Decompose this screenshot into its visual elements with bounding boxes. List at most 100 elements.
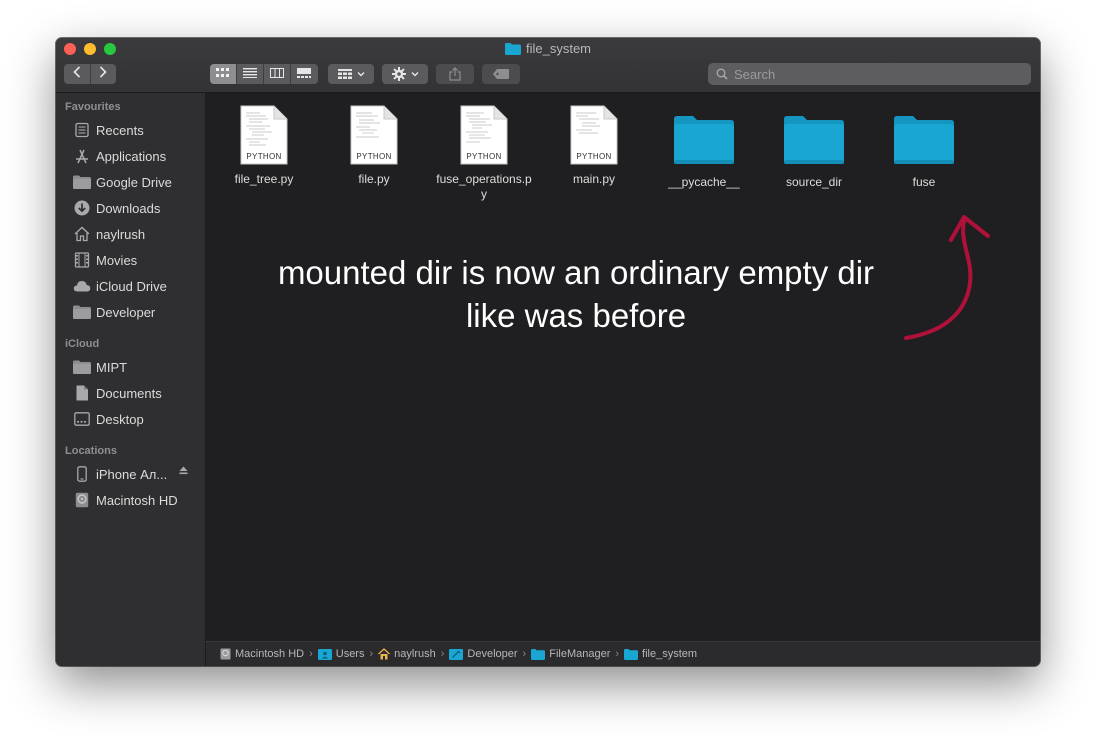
users-folder-icon [317,648,332,660]
path-crumb-label: file_system [642,648,698,660]
chevron-right-icon: › [522,648,527,660]
folder-icon [504,43,521,58]
annotation-line: mounted dir is now an ordinary empty dir [277,254,875,291]
file-name: file.py [358,172,390,186]
file-name: source_dir [785,175,843,189]
downloads-icon [72,199,92,217]
search-field[interactable] [708,63,1031,85]
folder-icon [783,101,845,165]
sidebar-item-label: Macintosh HD [96,492,178,508]
path-crumb-label: Users [335,648,365,660]
file-item[interactable]: PYTHON file.py [324,101,424,187]
tags-button[interactable] [482,64,520,84]
path-crumb-label: FileManager [549,648,611,660]
search-input[interactable] [734,66,1014,82]
column-view-button[interactable] [264,64,291,84]
disk-icon [72,491,92,509]
search-icon [716,68,728,80]
sidebar-item-icloud-drive[interactable]: iCloud Drive [72,275,202,297]
path-crumb-label: Developer [467,648,518,660]
navigation-buttons [64,64,116,84]
group-by-button[interactable] [328,64,374,84]
sidebar-item-label: iPhone Ал... [96,466,168,482]
cloud-icon [72,277,92,295]
file-name: main.py [572,172,616,186]
folder-item[interactable]: __pycache__ [654,101,754,190]
path-bar: Macintosh HD › Users › naylrush › Develo… [206,641,1040,666]
recents-icon [72,121,92,139]
path-crumb[interactable]: Developer [449,648,518,660]
sidebar-item-downloads[interactable]: Downloads [72,197,202,219]
folder-icon [673,101,735,165]
sidebar-item-label: Recents [96,122,144,138]
window-title-text: file_system [525,41,592,56]
sidebar-item-label: iCloud Drive [96,278,167,294]
forward-button[interactable] [91,64,117,84]
chevron-down-icon [357,71,365,77]
home-icon [378,648,391,660]
document-icon [72,384,92,402]
file-name: __pycache__ [668,175,740,189]
file-type-badge: PYTHON [246,152,282,161]
home-icon [72,225,92,243]
folder-item[interactable]: fuse [874,101,974,190]
columns-icon [270,65,284,83]
path-crumb-label: naylrush [394,648,436,660]
file-item[interactable]: PYTHON fuse_operations.py [434,101,534,202]
path-crumb[interactable]: Users [317,648,365,660]
view-mode-segmented-control [210,64,318,84]
sidebar-item-label: Desktop [96,411,144,427]
sidebar-section-locations: Locations [65,445,117,457]
folder-icon [72,303,92,321]
iphone-icon [72,465,92,483]
file-name: file_tree.py [234,172,294,186]
sidebar-item-label: Documents [96,385,162,401]
icon-view-button[interactable] [210,64,237,84]
chevron-right-icon: › [615,648,620,660]
path-crumb[interactable]: Macintosh HD [220,648,304,660]
file-browser-content: PYTHON file_tree.py PYTHON file.py PYTHO… [206,93,1040,641]
sidebar-item-macintosh-hd[interactable]: Macintosh HD [72,489,202,511]
path-crumb[interactable]: naylrush [378,648,436,660]
file-item[interactable]: PYTHON file_tree.py [214,101,314,187]
sidebar-item-developer[interactable]: Developer [72,301,202,323]
file-item[interactable]: PYTHON main.py [544,101,644,187]
path-crumb[interactable]: FileManager [531,648,610,660]
sidebar-item-movies[interactable]: Movies [72,249,202,271]
sidebar-item-mipt[interactable]: MIPT [72,356,202,378]
movies-icon [72,251,92,269]
file-type-badge: PYTHON [356,152,392,161]
share-button[interactable] [436,64,474,84]
chevron-right-icon: › [309,648,313,660]
sidebar-item-desktop[interactable]: Desktop [72,408,202,430]
sidebar-item-iphone[interactable]: iPhone Ал... [72,463,202,485]
sidebar: Favourites Recents Applications Google D… [56,93,206,666]
toolbar: file_system [56,38,1040,93]
sidebar-item-home[interactable]: naylrush [72,223,202,245]
eject-icon[interactable] [179,466,188,478]
sidebar-item-google-drive[interactable]: Google Drive [72,171,202,193]
sidebar-item-label: Applications [96,148,167,164]
folder-icon [72,358,92,376]
list-view-button[interactable] [237,64,264,84]
gear-icon [391,67,406,81]
gallery-view-button[interactable] [291,64,317,84]
file-name: fuse_operations.py [436,172,532,201]
chevron-right-icon: › [369,648,374,660]
disk-icon [220,648,231,660]
sidebar-item-recents[interactable]: Recents [72,119,202,141]
group-grid-icon [337,67,352,82]
folder-item[interactable]: source_dir [764,101,864,190]
back-button[interactable] [64,64,91,84]
path-crumb[interactable]: file_system [624,648,697,660]
folder-icon [531,648,546,660]
sidebar-item-label: Downloads [96,200,161,216]
sidebar-section-icloud: iCloud [65,338,100,350]
sidebar-section-favourites: Favourites [65,101,121,113]
sidebar-item-applications[interactable]: Applications [72,145,202,167]
sidebar-item-documents[interactable]: Documents [72,382,202,404]
sidebar-item-label: Developer [96,304,156,320]
action-menu-button[interactable] [382,64,428,84]
file-name: fuse [912,175,936,189]
chevron-right-icon [99,65,107,83]
